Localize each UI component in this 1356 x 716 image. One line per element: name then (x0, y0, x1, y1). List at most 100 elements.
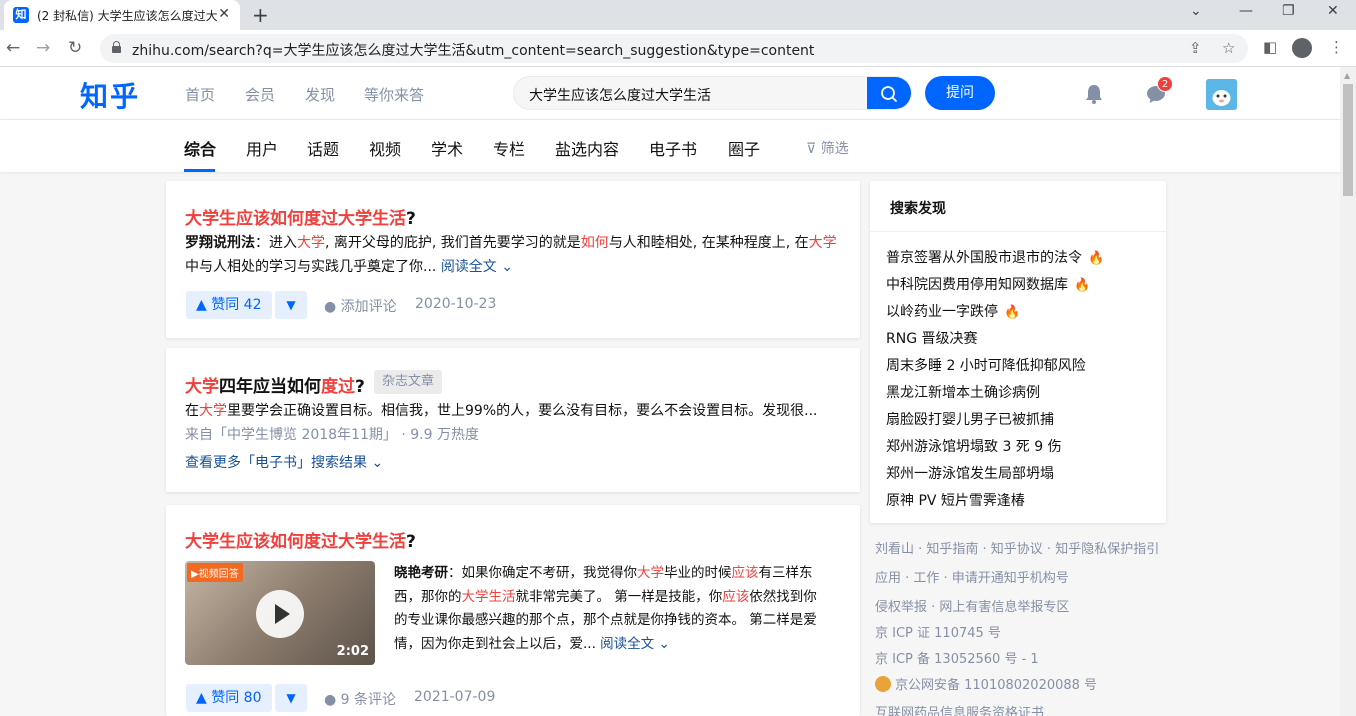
comment-button[interactable]: ● 9 条评论 (324, 689, 396, 709)
downvote-icon: ▼ (286, 691, 296, 705)
video-thumbnail[interactable]: ▶视频回答 2:02 (185, 561, 375, 665)
read-more-link[interactable]: 阅读全文 ⌄ (600, 636, 670, 652)
user-avatar[interactable] (1206, 79, 1237, 110)
trending-item[interactable]: 周末多睡 2 小时可降低抑郁风险 (886, 355, 1086, 375)
result-snippet[interactable]: 罗翔说刑法：进入大学, 离开父母的庇护, 我们首先要学习的就是如何与人和睦相处,… (185, 231, 845, 279)
tab-users[interactable]: 用户 (246, 136, 278, 160)
trending-item[interactable]: 郑州一游泳馆发生局部坍塌 (886, 463, 1054, 483)
tab-topics[interactable]: 话题 (307, 136, 339, 160)
fire-icon: 🔥 (1074, 278, 1091, 293)
search-discovery-panel: 搜索发现 普京签署从外国股市退市的法令 🔥 中科院因费用停用知网数据库 🔥 以岭药业… (870, 181, 1166, 523)
footer-links[interactable]: 侵权举报 · 网上有害信息举报专区 (875, 596, 1069, 615)
more-ebook-results-link[interactable]: 查看更多「电子书」搜索结果 ⌄ (185, 452, 383, 472)
more-menu-icon[interactable]: ⋮ (1329, 38, 1344, 56)
upvote-button[interactable]: ▲ 赞同 80 (186, 684, 272, 712)
active-tab-underline (184, 169, 215, 172)
search-input[interactable]: 大学生应该怎么度过大学生活 (513, 76, 912, 110)
nav-explore[interactable]: 发现 (305, 84, 335, 105)
new-tab-icon[interactable]: + (252, 3, 269, 27)
filter-icon: ⊽ (806, 141, 817, 157)
footer-icp[interactable]: 京 ICP 备 13052560 号 - 1 (875, 648, 1039, 667)
nav-home[interactable]: 首页 (185, 84, 215, 105)
zhihu-favicon-icon: 知 (13, 7, 29, 23)
minimize-icon[interactable]: — (1239, 3, 1253, 19)
trending-item[interactable]: 中科院因费用停用知网数据库 🔥 (886, 274, 1090, 294)
site-header: 知乎 首页 会员 发现 等你来答 大学生应该怎么度过大学生活 提问 2 (0, 67, 1340, 120)
page-scrollbar[interactable]: ▲ (1340, 67, 1356, 716)
comment-button[interactable]: ● 添加评论 (324, 296, 397, 316)
chevron-down-icon: ⌄ (371, 455, 384, 471)
tab-ebooks[interactable]: 电子书 (649, 136, 697, 160)
profile-avatar-icon[interactable] (1292, 38, 1312, 58)
scroll-thumb[interactable] (1343, 84, 1353, 196)
sidebar-toggle-icon[interactable]: ◧ (1263, 38, 1277, 56)
trending-item[interactable]: 原神 PV 短片雪霁逢椿 (886, 490, 1025, 510)
reload-icon[interactable]: ↻ (68, 38, 82, 58)
trending-item[interactable]: 扇脸殴打婴儿男子已被抓捕 (886, 409, 1054, 429)
lock-icon (112, 41, 121, 53)
footer-license[interactable]: 互联网药品信息服务资格证书 (875, 702, 1044, 716)
zhihu-logo[interactable]: 知乎 (80, 75, 140, 115)
result-title[interactable]: 大学生应该如何度过大学生活? (185, 204, 416, 229)
tab-academic[interactable]: 学术 (431, 136, 463, 160)
tab-videos[interactable]: 视频 (369, 136, 401, 160)
result-snippet[interactable]: 在大学里要学会正确设置目标。相信我，世上99%的人，要么没有目标，要么不会设置目… (185, 399, 817, 423)
upvote-button[interactable]: ▲ 赞同 42 (186, 291, 272, 319)
result-date: 2020-10-23 (415, 296, 497, 312)
upvote-icon: ▲ (196, 297, 207, 313)
tab-columns[interactable]: 专栏 (493, 136, 525, 160)
trending-item[interactable]: 普京签署从外国股市退市的法令 🔥 (886, 247, 1104, 267)
close-tab-icon[interactable]: ✕ (218, 6, 230, 22)
author-name[interactable]: 罗翔说刑法 (185, 235, 255, 251)
share-icon[interactable]: ⇪ (1189, 39, 1202, 57)
fire-icon: 🔥 (1004, 305, 1021, 320)
downvote-button[interactable]: ▼ (275, 684, 307, 712)
ask-button[interactable]: 提问 (925, 76, 995, 110)
trending-item[interactable]: RNG 晋级决赛 (886, 328, 978, 348)
read-more-link[interactable]: 阅读全文 ⌄ (441, 259, 513, 275)
filter-label: 筛选 (820, 141, 849, 157)
tab-general[interactable]: 综合 (184, 136, 216, 160)
footer-police[interactable]: 京公网安备 11010802020088 号 (875, 674, 1097, 693)
tab-salt-content[interactable]: 盐选内容 (555, 136, 619, 160)
author-name[interactable]: 晓艳考研 (394, 565, 448, 581)
nav-vip[interactable]: 会员 (245, 84, 275, 105)
close-window-icon[interactable]: ✕ (1327, 3, 1339, 19)
browser-tabbar: 知 (2 封私信) 大学生应该怎么度过大学生活 ✕ + ⌄ — ❐ ✕ (0, 0, 1356, 30)
search-type-tabs: 综合 用户 话题 视频 学术 专栏 盐选内容 电子书 圈子 ⊽ 筛选 (0, 120, 1340, 172)
downvote-button[interactable]: ▼ (275, 291, 307, 319)
trending-item[interactable]: 以岭药业一字跌停 🔥 (886, 301, 1020, 321)
video-answer-badge: ▶视频回答 (187, 563, 243, 582)
filter-button[interactable]: ⊽ 筛选 (806, 138, 849, 158)
result-source[interactable]: 来自「中学生博览 2018年11期」 · 9.9 万热度 (185, 424, 479, 444)
result-date: 2021-07-09 (414, 689, 496, 705)
tab-title: (2 封私信) 大学生应该怎么度过大学生活 (37, 8, 217, 23)
trending-item[interactable]: 郑州游泳馆坍塌致 3 死 9 伤 (886, 436, 1062, 456)
tab-circles[interactable]: 圈子 (728, 136, 760, 160)
nav-waiting[interactable]: 等你来答 (364, 84, 424, 105)
footer-icp[interactable]: 京 ICP 证 110745 号 (875, 622, 1001, 641)
footer-links[interactable]: 刘看山 · 知乎指南 · 知乎协议 · 知乎隐私保护指引 (875, 538, 1159, 557)
browser-tab[interactable]: 知 (2 封私信) 大学生应该怎么度过大学生活 ✕ (4, 0, 240, 30)
bell-icon[interactable] (1085, 84, 1103, 108)
url-field[interactable]: zhihu.com/search?q=大学生应该怎么度过大学生活&utm_con… (100, 34, 1248, 63)
address-bar: ← → ↻ zhihu.com/search?q=大学生应该怎么度过大学生活&u… (0, 30, 1356, 67)
search-button[interactable] (867, 77, 911, 109)
back-icon[interactable]: ← (6, 38, 20, 58)
play-icon[interactable] (256, 590, 304, 638)
restore-icon[interactable]: ❐ (1282, 3, 1295, 19)
search-result-card: 大学生应该如何度过大学生活? 罗翔说刑法：进入大学, 离开父母的庇护, 我们首先… (166, 181, 860, 338)
result-snippet[interactable]: 晓艳考研：如果你确定不考研，我觉得你大学毕业的时候应该有三样东 西，那你的大学生… (394, 562, 844, 656)
result-title[interactable]: 大学生应该如何度过大学生活? (185, 527, 416, 552)
trending-item[interactable]: 黑龙江新增本土确诊病例 (886, 382, 1040, 402)
result-title[interactable]: 大学四年应当如何度过? (185, 372, 365, 397)
bookmark-star-icon[interactable]: ☆ (1222, 39, 1235, 57)
chevron-down-icon: ⌄ (501, 259, 513, 275)
scroll-up-icon[interactable]: ▲ (1344, 71, 1350, 80)
message-count-badge: 2 (1157, 76, 1173, 92)
forward-icon[interactable]: → (36, 38, 50, 58)
chevron-down-icon[interactable]: ⌄ (1190, 3, 1202, 19)
panel-title: 搜索发现 (890, 201, 946, 217)
upvote-icon: ▲ (196, 690, 207, 706)
footer-links[interactable]: 应用 · 工作 · 申请开通知乎机构号 (875, 567, 1069, 586)
